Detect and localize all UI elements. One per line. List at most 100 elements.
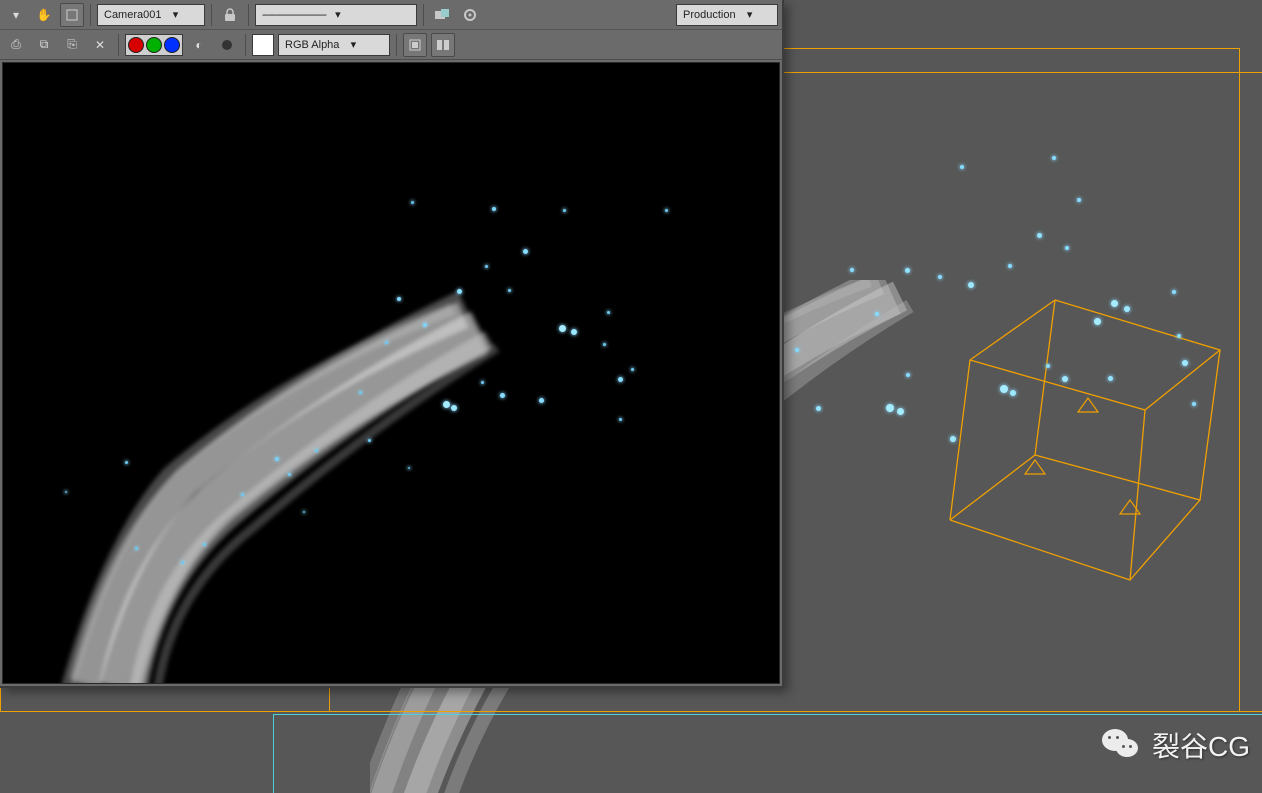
particle-dot — [485, 265, 488, 268]
rgb-swatches — [125, 34, 183, 56]
particle-dot — [850, 268, 854, 272]
particle-dot — [1172, 290, 1176, 294]
particle-dot — [1182, 360, 1188, 366]
delete-icon[interactable]: ✕ — [88, 33, 112, 57]
render-frame-window: ▾ ✋ Camera001 ▾ ------------------------… — [0, 0, 784, 688]
particle-dot — [795, 348, 799, 352]
particle-dot — [1124, 306, 1130, 312]
particle-dot — [203, 543, 206, 546]
layout-split-icon[interactable] — [431, 33, 455, 57]
channel-red-swatch[interactable] — [128, 37, 144, 53]
particle-dot — [1052, 156, 1056, 160]
particle-dot — [1108, 376, 1113, 381]
particle-dot — [288, 473, 291, 476]
particle-dot — [539, 398, 544, 403]
particle-dot — [359, 391, 362, 394]
particle-dot — [241, 493, 244, 496]
particle-dot — [968, 282, 974, 288]
particle-dot — [275, 457, 279, 461]
particle-dot — [1177, 334, 1181, 338]
particle-dot — [500, 393, 505, 398]
particle-dot — [135, 547, 138, 550]
particle-dot — [897, 408, 904, 415]
particle-dot — [607, 311, 610, 314]
particle-dot — [181, 561, 184, 564]
particle-dot — [397, 297, 401, 301]
particle-dot — [1037, 233, 1042, 238]
particle-dot — [1008, 264, 1012, 268]
particle-dot — [1111, 300, 1118, 307]
particle-dot — [1062, 376, 1068, 382]
mono-toggle-icon[interactable] — [215, 33, 239, 57]
render-settings-gear-icon[interactable] — [458, 3, 482, 27]
channel-mode-label: RGB Alpha — [285, 39, 339, 51]
preset-override-dropdown[interactable]: ------------------------ ▾ — [255, 4, 417, 26]
background-color-chip[interactable] — [252, 34, 274, 56]
channel-mode-dropdown[interactable]: RGB Alpha ▾ — [278, 34, 390, 56]
alpha-toggle-icon[interactable]: ◐ — [187, 33, 211, 57]
particle-dot — [368, 439, 371, 442]
render-output-image[interactable] — [2, 62, 780, 684]
particle-dot — [960, 165, 964, 169]
particle-dot — [1192, 402, 1196, 406]
render-setup-icon[interactable] — [430, 3, 454, 27]
copy-icon[interactable]: ⧉ — [32, 33, 56, 57]
particle-dot — [1010, 390, 1016, 396]
particle-dot — [315, 449, 318, 452]
watermark-text: 裂谷CG — [1152, 725, 1250, 765]
zoom-region-icon[interactable] — [60, 3, 84, 27]
particle-dot — [1094, 318, 1101, 325]
particle-dot — [938, 275, 942, 279]
particle-dot — [508, 289, 511, 292]
particle-dot — [1065, 246, 1069, 250]
particle-dot — [443, 401, 450, 408]
render-trail — [3, 63, 780, 684]
particle-dot — [886, 404, 894, 412]
particle-dot — [816, 406, 821, 411]
particle-dot — [906, 373, 910, 377]
particle-dot — [950, 436, 956, 442]
particle-dot — [603, 343, 606, 346]
particle-dot — [665, 209, 668, 212]
particle-dot — [408, 467, 410, 469]
preset-override-label: ------------------------ — [262, 9, 326, 21]
particle-dot — [523, 249, 528, 254]
watermark: 裂谷CG — [1102, 725, 1250, 765]
particle-dot — [385, 341, 388, 344]
save-icon[interactable]: ⎙ — [4, 33, 28, 57]
particle-dot — [65, 491, 67, 493]
particle-dot — [451, 405, 457, 411]
particle-dot — [905, 268, 910, 273]
clone-icon[interactable]: ⎘ — [60, 33, 84, 57]
particle-dot — [411, 201, 414, 204]
channel-green-swatch[interactable] — [146, 37, 162, 53]
render-toolbar-channels: ⎙ ⧉ ⎘ ✕ ◐ RGB Alpha ▾ — [0, 30, 782, 60]
particle-dot — [423, 323, 427, 327]
layout-overlay-icon[interactable] — [403, 33, 427, 57]
pan-hand-icon[interactable]: ✋ — [32, 3, 56, 27]
particle-dot — [571, 329, 577, 335]
particle-dot — [631, 368, 634, 371]
particle-dot — [1000, 385, 1008, 393]
particle-dot — [457, 289, 462, 294]
render-preset-label: Production — [683, 9, 736, 21]
particle-dot — [559, 325, 566, 332]
render-preset-dropdown[interactable]: Production ▾ — [676, 4, 778, 26]
lock-icon[interactable] — [218, 3, 242, 27]
particle-dot — [563, 209, 566, 212]
dropdown-narrow[interactable]: ▾ — [4, 3, 28, 27]
particle-dot — [618, 377, 623, 382]
camera-dropdown[interactable]: Camera001 ▾ — [97, 4, 205, 26]
camera-dropdown-label: Camera001 — [104, 9, 161, 21]
particle-dot — [1046, 364, 1050, 368]
particle-dot — [1077, 198, 1081, 202]
particle-dot — [303, 511, 305, 513]
particle-dot — [481, 381, 484, 384]
wechat-icon — [1102, 727, 1142, 763]
channel-blue-swatch[interactable] — [164, 37, 180, 53]
particle-dot — [875, 312, 879, 316]
render-toolbar-top: ▾ ✋ Camera001 ▾ ------------------------… — [0, 0, 782, 30]
particle-dot — [619, 418, 622, 421]
particle-dot — [125, 461, 128, 464]
particle-dot — [492, 207, 496, 211]
